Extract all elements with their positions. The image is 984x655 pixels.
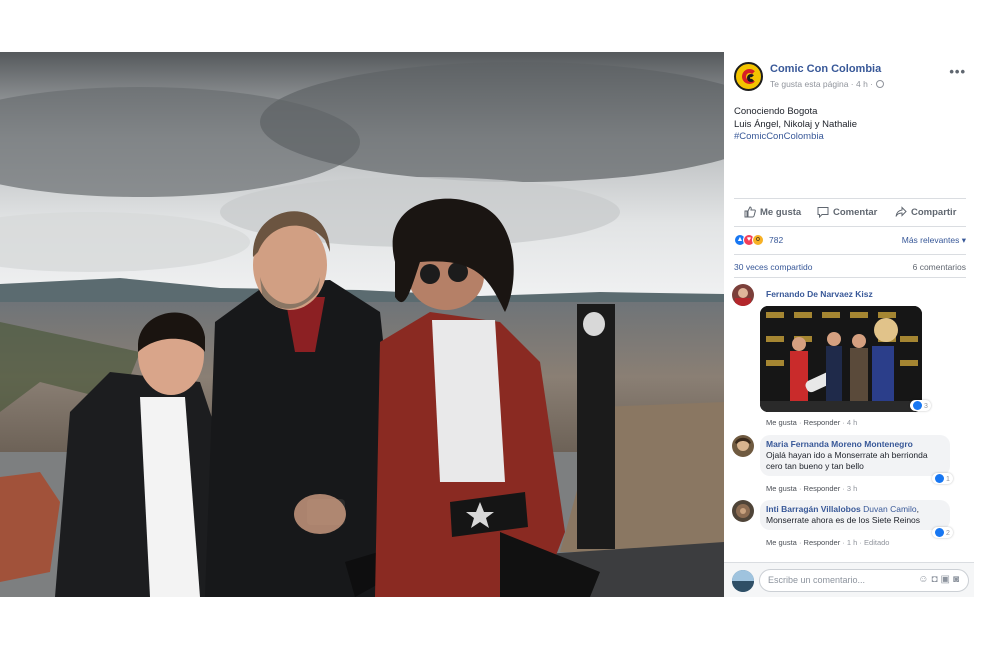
composer-icons: ☺◘▣◙ [918, 574, 962, 585]
post-photo[interactable] [0, 52, 724, 597]
comment-like-link[interactable]: Me gusta [766, 418, 797, 427]
comment-like-count: 3 [910, 400, 931, 411]
comment-button[interactable]: Comentar [817, 206, 878, 219]
comment-reply-link[interactable]: Responder [804, 484, 841, 493]
post-header: Comic Con Colombia Te gusta esta página … [734, 62, 966, 92]
globe-icon [876, 80, 885, 88]
emoji-icon[interactable]: ☺ [918, 574, 931, 585]
post-meta-text: Te gusta esta página · 4 h · [770, 79, 874, 89]
comment-time[interactable]: 3 h [847, 484, 857, 493]
reactions-summary[interactable]: ▲ ♥ o 782 Más relevantes ▾ [734, 234, 966, 248]
comment-label: Comentar [833, 207, 878, 218]
comment-like-link[interactable]: Me gusta [766, 484, 797, 493]
avatar[interactable] [732, 500, 754, 522]
hashtag-link[interactable]: #ComicConColombia [734, 131, 964, 144]
photo-scene [0, 52, 724, 597]
reaction-count[interactable]: 782 [769, 235, 783, 245]
comment-item: Maria Fernanda Moreno Montenegro Ojalá h… [732, 435, 968, 497]
camera-icon[interactable]: ◘ [931, 574, 940, 585]
share-count-row: 30 veces compartido 6 comentarios [734, 262, 966, 272]
comment-sort-dropdown[interactable]: Más relevantes ▾ [902, 235, 966, 246]
comments-count[interactable]: 6 comentarios [913, 262, 966, 272]
comment-author[interactable]: Inti Barragán Villalobos [766, 504, 861, 514]
avatar-image [735, 437, 751, 451]
like-label: Me gusta [760, 207, 802, 218]
divider [734, 226, 966, 227]
comment-composer: Escribe un comentario... ☺◘▣◙ [724, 562, 974, 597]
gif-icon[interactable]: ▣ [941, 574, 953, 585]
comment-meta: Me gusta · Responder · 3 h [766, 484, 858, 493]
comment-meta: Me gusta · Responder · 1 h · Editado [766, 538, 890, 547]
post-text-line: Conociendo Bogota [734, 106, 818, 117]
share-label: Compartir [911, 207, 957, 218]
avatar-image [736, 504, 750, 518]
sticker-icon[interactable]: ◙ [953, 574, 962, 585]
comment-input[interactable]: Escribe un comentario... ☺◘▣◙ [759, 569, 969, 592]
comment-time[interactable]: 4 h [847, 418, 857, 427]
post-text-line: Luis Ángel, Nikolaj y Nathalie [734, 118, 858, 130]
post-sidebar: Comic Con Colombia Te gusta esta página … [724, 52, 974, 597]
comment-like-count: 2 [932, 527, 953, 538]
post-viewer: Comic Con Colombia Te gusta esta página … [0, 52, 974, 597]
comment-photo[interactable] [760, 306, 922, 412]
like-count-text: 2 [946, 530, 950, 537]
avatar[interactable] [732, 435, 754, 457]
post-pole [577, 304, 615, 549]
wow-icon: o [752, 234, 764, 246]
post-actions: Me gusta Comentar Compartir [734, 204, 966, 222]
mention-link[interactable]: Duvan Camilo [863, 504, 916, 514]
comment-like-count: 1 [932, 473, 953, 484]
share-icon [895, 206, 907, 217]
comment-author[interactable]: Maria Fernanda Moreno Montenegro [766, 439, 944, 450]
comment-author[interactable]: Fernando De Narvaez Kisz [766, 289, 873, 299]
comment-text: Ojalá hayan ido a Monserrate ah berriond… [766, 450, 928, 471]
like-button[interactable]: Me gusta [744, 206, 801, 218]
comment-time[interactable]: 1 h [847, 538, 857, 547]
comment-bubble: Inti Barragán Villalobos Duvan Camilo, M… [760, 500, 950, 530]
current-user-avatar[interactable] [732, 570, 754, 592]
like-count-text: 3 [924, 403, 928, 410]
more-options-button[interactable]: ••• [949, 64, 966, 79]
page-avatar[interactable] [734, 62, 763, 91]
share-count-link[interactable]: 30 veces compartido [734, 262, 812, 272]
like-icon [935, 474, 944, 483]
comment-placeholder: Escribe un comentario... [768, 575, 866, 585]
share-button[interactable]: Compartir [895, 206, 956, 218]
comment-meta: Me gusta · Responder · 4 h [766, 418, 858, 427]
thumbs-up-icon [744, 206, 756, 218]
avatar-image [732, 570, 754, 592]
like-icon [935, 528, 944, 537]
avatar[interactable] [732, 284, 754, 306]
comment-icon [817, 207, 829, 219]
comment-reply-link[interactable]: Responder [804, 418, 841, 427]
like-icon [913, 401, 922, 410]
comment-like-link[interactable]: Me gusta [766, 538, 797, 547]
like-count-text: 1 [946, 476, 950, 483]
comment-photo-image [760, 306, 922, 412]
page-logo-inner [747, 74, 755, 82]
comment-bubble: Maria Fernanda Moreno Montenegro Ojalá h… [760, 435, 950, 476]
comment-item: Fernando De Narvaez Kisz 3 Me gusta · Re… [732, 284, 968, 434]
comment-item: Inti Barragán Villalobos Duvan Camilo, M… [732, 500, 968, 550]
divider [734, 254, 966, 255]
post-body: Conociendo Bogota Luis Ángel, Nikolaj y … [734, 106, 964, 144]
divider [734, 198, 966, 199]
page-name-link[interactable]: Comic Con Colombia [770, 63, 881, 75]
comment-reply-link[interactable]: Responder [804, 538, 841, 547]
comment-edited[interactable]: Editado [864, 538, 889, 547]
divider [734, 277, 966, 278]
post-meta: Te gusta esta página · 4 h · [770, 79, 885, 89]
avatar-image [735, 288, 751, 306]
